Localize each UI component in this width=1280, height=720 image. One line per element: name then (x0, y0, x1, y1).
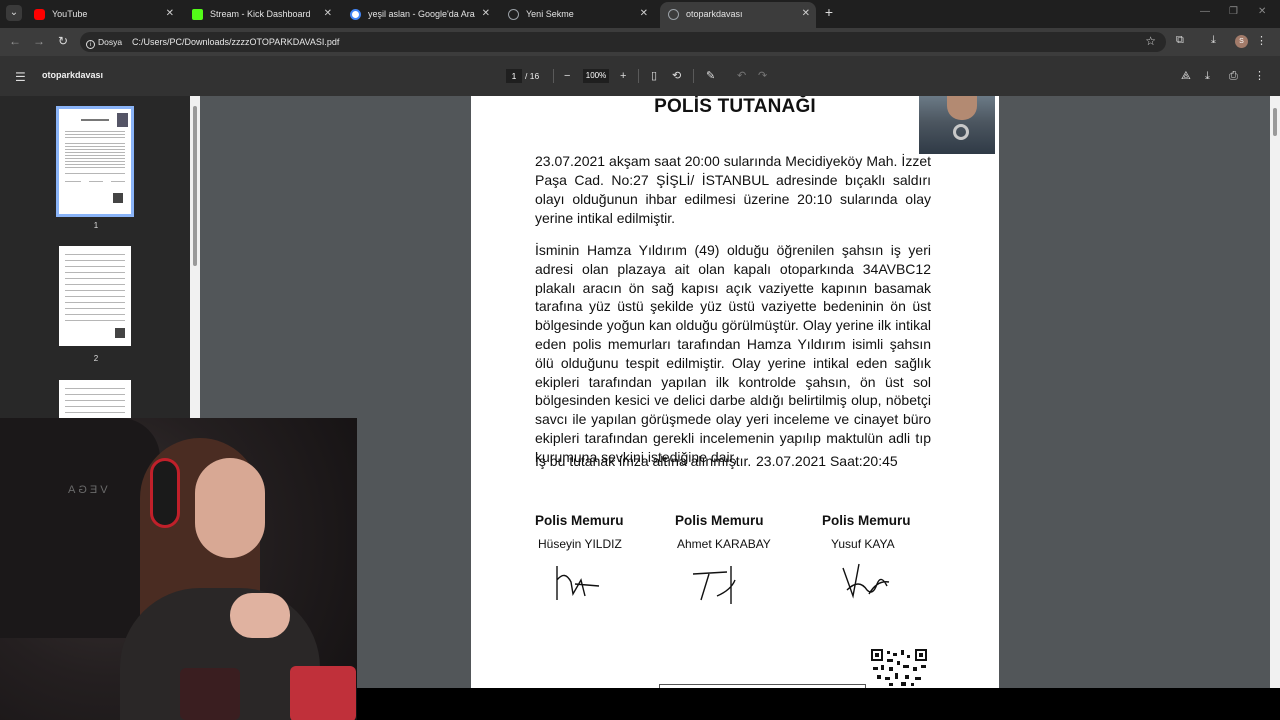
save-to-drive-icon[interactable]: ⟁ (1181, 68, 1191, 84)
info-icon: i (86, 40, 95, 49)
tab-label: otoparkdavası (686, 9, 743, 19)
suspect-photo (919, 96, 995, 154)
officer-name: Hüseyin YILDIZ (538, 537, 622, 551)
site-info-label: Dosya (98, 37, 123, 47)
page-thumbnail-1[interactable] (56, 106, 134, 217)
minimize-icon[interactable]: — (1200, 6, 1210, 17)
zoom-out-icon[interactable]: − (564, 68, 570, 84)
report-paragraph-2: İsminin Hamza Yıldırım (49) olduğu öğren… (535, 242, 931, 465)
document-title: otoparkdavası (42, 70, 104, 80)
closing-datetime: 23.07.2021 Saat:20:45 (756, 453, 898, 469)
tab-label: Stream - Kick Dashboard (210, 9, 311, 19)
back-icon[interactable]: ← (8, 34, 22, 48)
rotate-icon[interactable]: ⟲ (672, 68, 681, 84)
tab-search-button[interactable]: ⌄ (6, 5, 22, 21)
sidebar-menu-icon[interactable]: ☰ (15, 70, 26, 84)
document-scrollbar[interactable] (1270, 96, 1280, 688)
download-icon[interactable]: ⤓ (1205, 68, 1210, 84)
signature-2 (692, 566, 736, 604)
zoom-input[interactable]: 100% (583, 69, 609, 83)
reload-icon[interactable]: ↻ (56, 34, 70, 48)
close-icon[interactable]: ✕ (166, 2, 174, 26)
photo-icon (117, 113, 128, 127)
tab-new-tab[interactable]: Yeni Sekme ✕ (500, 2, 654, 28)
youtube-icon (34, 9, 45, 20)
more-options-icon[interactable]: ⋮ (1254, 68, 1265, 84)
browser-window: ⌄ YouTube ✕ Stream - Kick Dashboard ✕ ye… (0, 0, 1280, 720)
tab-label: YouTube (52, 9, 88, 19)
undo-icon[interactable]: ↶ (737, 68, 746, 84)
zoom-in-icon[interactable]: + (620, 68, 626, 84)
qr-code (869, 647, 930, 688)
officer-title: Polis Memuru (535, 513, 624, 528)
page-total: / 16 (525, 71, 540, 81)
tab-google-search[interactable]: yeşil aslan - Google'da Ara ✕ (342, 2, 496, 28)
annotate-icon[interactable]: ✎ (706, 68, 715, 84)
url-text[interactable]: C:/Users/PC/Downloads/zzzzOTOPARKDAVASI.… (132, 32, 339, 52)
redo-icon[interactable]: ↷ (758, 68, 767, 84)
kick-icon (192, 9, 203, 20)
headset-icon (150, 458, 180, 528)
fit-page-icon[interactable]: ▯ (651, 68, 657, 84)
officer-title: Polis Memuru (675, 513, 764, 528)
tab-kick-dashboard[interactable]: Stream - Kick Dashboard ✕ (184, 2, 338, 28)
extensions-icon[interactable]: ⧉ (1176, 34, 1184, 47)
qr-code-icon (113, 193, 123, 203)
chair-brand-label: VEGA (65, 484, 108, 496)
page-thumbnail-2[interactable] (59, 246, 131, 346)
page-number-input[interactable]: 1 (506, 69, 522, 83)
closing-line: İş bu tutanak imza altına alınmıştır. (535, 453, 752, 469)
close-icon[interactable]: ✕ (640, 2, 648, 26)
globe-icon (668, 9, 679, 20)
google-icon (350, 9, 361, 20)
report-paragraph-1: 23.07.2021 akşam saat 20:00 sularında Me… (535, 153, 931, 226)
divider (693, 69, 694, 83)
tab-label: Yeni Sekme (526, 9, 574, 19)
tab-youtube[interactable]: YouTube ✕ (26, 2, 180, 28)
page-thumbnail-3[interactable] (59, 380, 131, 420)
sidebar-scrollbar[interactable] (190, 96, 200, 418)
thumbnail-number: 1 (93, 221, 99, 230)
red-cup (290, 666, 356, 720)
streamer-face (195, 458, 265, 558)
new-tab-button[interactable]: + (822, 4, 836, 20)
pdf-toolbar: ☰ otoparkdavası 1 / 16 − 100% + ▯ ⟲ ✎ ↶ … (0, 56, 1280, 96)
forward-icon[interactable]: → (32, 34, 46, 48)
officer-name: Ahmet KARABAY (677, 537, 771, 551)
webcam-overlay: VEGA (0, 418, 357, 720)
globe-icon (508, 9, 519, 20)
streamer-hands (230, 593, 290, 638)
close-icon[interactable]: ✕ (482, 2, 490, 26)
close-icon[interactable]: ✕ (802, 2, 810, 26)
address-bar[interactable]: i Dosya C:/Users/PC/Downloads/zzzzOTOPARK… (80, 32, 1166, 52)
profile-avatar[interactable]: S (1235, 35, 1248, 48)
black-bar (357, 688, 1280, 720)
print-icon[interactable]: ⎙ (1229, 68, 1238, 84)
restore-icon[interactable]: ❐ (1229, 6, 1238, 17)
bookmark-star-icon[interactable]: ☆ (1145, 34, 1156, 48)
gaming-chair (0, 418, 160, 638)
thumbnail-number: 2 (93, 354, 99, 363)
tab-otoparkdavasi[interactable]: otoparkdavası ✕ (660, 2, 816, 28)
officer-title: Polis Memuru (822, 513, 911, 528)
qr-code-icon (115, 328, 125, 338)
divider (553, 69, 554, 83)
tab-strip: ⌄ YouTube ✕ Stream - Kick Dashboard ✕ ye… (0, 0, 1280, 28)
menu-icon[interactable]: ⋮ (1256, 34, 1267, 47)
divider (638, 69, 639, 83)
site-info-chip[interactable]: i Dosya (86, 35, 122, 49)
tumbler (180, 668, 240, 720)
pdf-page: POLİS TUTANAĞI 23.07.2021 akşam saat 20:… (471, 96, 999, 688)
window-close-icon[interactable]: ✕ (1258, 6, 1266, 17)
close-icon[interactable]: ✕ (324, 2, 332, 26)
officer-name: Yusuf KAYA (831, 537, 895, 551)
downloads-icon[interactable]: ⤓ (1211, 34, 1216, 47)
tab-label: yeşil aslan - Google'da Ara (368, 9, 475, 19)
signature-1 (556, 566, 600, 600)
browser-toolbar: ← → ↻ i Dosya C:/Users/PC/Downloads/zzzzO… (0, 28, 1280, 56)
signature-3 (842, 563, 890, 599)
